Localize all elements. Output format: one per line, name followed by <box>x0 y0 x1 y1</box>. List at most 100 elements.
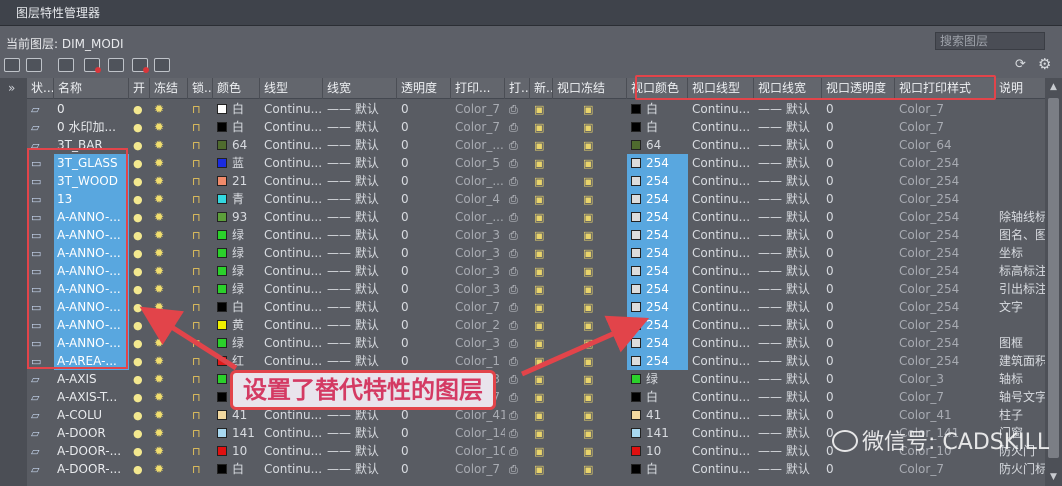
layer-vp-freeze[interactable]: ▣ <box>553 424 627 442</box>
layer-name[interactable]: 0 <box>54 100 129 118</box>
layer-on-toggle[interactable]: ● <box>129 262 150 280</box>
printer-icon[interactable]: ⎙ <box>509 319 518 332</box>
lightbulb-icon[interactable]: ● <box>133 121 143 134</box>
lightbulb-icon[interactable]: ● <box>133 103 143 116</box>
layer-name[interactable]: A-ANNO-... <box>54 298 129 316</box>
layer-vp-linetype[interactable]: Continu... <box>688 442 754 460</box>
layer-freeze-toggle[interactable]: ✹ <box>150 118 188 136</box>
printer-icon[interactable]: ⎙ <box>509 445 518 458</box>
sun-icon[interactable]: ✹ <box>154 372 164 386</box>
printer-icon[interactable]: ⎙ <box>509 427 518 440</box>
sun-icon[interactable]: ✹ <box>154 390 164 404</box>
layer-on-toggle[interactable]: ● <box>129 190 150 208</box>
layer-vp-linetype[interactable]: Continu... <box>688 424 754 442</box>
layer-plotstyle[interactable]: Color_3 <box>451 334 505 352</box>
layer-on-toggle[interactable]: ● <box>129 298 150 316</box>
sun-icon[interactable]: ✹ <box>154 174 164 188</box>
sun-icon[interactable]: ✹ <box>154 228 164 242</box>
layer-plotstyle[interactable]: Color_3 <box>451 244 505 262</box>
layer-vp-lineweight[interactable]: —— 默认 <box>754 154 822 172</box>
printer-icon[interactable]: ⎙ <box>509 139 518 152</box>
vp-freeze-icon[interactable]: ▣ <box>583 157 593 170</box>
col-header-plot[interactable]: 打... <box>505 78 530 99</box>
layer-color[interactable]: 绿 <box>213 226 260 244</box>
layer-description[interactable] <box>995 100 1045 118</box>
unlock-icon[interactable]: ⊓ <box>192 157 201 170</box>
layer-description[interactable]: 建筑面积 <box>995 352 1045 370</box>
layer-status[interactable]: ▭ <box>27 334 54 352</box>
scroll-down-icon[interactable]: ▼ <box>1050 472 1057 482</box>
layer-lock-toggle[interactable]: ⊓ <box>188 100 213 118</box>
layer-freeze-toggle[interactable]: ✹ <box>150 334 188 352</box>
layer-color[interactable]: 10 <box>213 442 260 460</box>
layer-vp-lineweight[interactable]: —— 默认 <box>754 244 822 262</box>
layer-vp-linetype[interactable]: Continu... <box>688 244 754 262</box>
layer-color[interactable]: 蓝 <box>213 154 260 172</box>
layer-newvp-freeze[interactable]: ▣ <box>530 352 553 370</box>
layer-transparency[interactable]: 0 <box>397 100 451 118</box>
new-vp-freeze-icon[interactable]: ▣ <box>534 409 544 422</box>
layer-newvp-freeze[interactable]: ▣ <box>530 118 553 136</box>
layer-linetype[interactable]: Continu... <box>260 280 323 298</box>
layer-vp-color[interactable]: 254 <box>627 352 688 370</box>
vp-freeze-icon[interactable]: ▣ <box>583 229 593 242</box>
layer-freeze-toggle[interactable]: ✹ <box>150 370 188 388</box>
unlock-icon[interactable]: ⊓ <box>192 211 201 224</box>
layer-vp-linetype[interactable]: Continu... <box>688 388 754 406</box>
layer-name[interactable]: A-ANNO-... <box>54 244 129 262</box>
sun-icon[interactable]: ✹ <box>154 318 164 332</box>
lightbulb-icon[interactable]: ● <box>133 175 143 188</box>
layer-on-toggle[interactable]: ● <box>129 226 150 244</box>
layer-freeze-toggle[interactable]: ✹ <box>150 262 188 280</box>
layer-vp-freeze[interactable]: ▣ <box>553 388 627 406</box>
layer-on-toggle[interactable]: ● <box>129 460 150 478</box>
layer-lineweight[interactable]: —— 默认 <box>323 172 397 190</box>
new-vp-freeze-icon[interactable]: ▣ <box>534 229 544 242</box>
sun-icon[interactable]: ✹ <box>154 102 164 116</box>
layer-vp-lineweight[interactable]: —— 默认 <box>754 298 822 316</box>
layer-name[interactable]: A-ANNO-... <box>54 334 129 352</box>
layer-plot-toggle[interactable]: ⎙ <box>505 316 530 334</box>
layer-plot-toggle[interactable]: ⎙ <box>505 154 530 172</box>
layer-lineweight[interactable]: —— 默认 <box>323 316 397 334</box>
layer-vp-plotstyle[interactable]: Color_254 <box>895 352 995 370</box>
layer-vp-linetype[interactable]: Continu... <box>688 370 754 388</box>
layer-lock-toggle[interactable]: ⊓ <box>188 262 213 280</box>
layer-transparency[interactable]: 0 <box>397 298 451 316</box>
vp-freeze-icon[interactable]: ▣ <box>583 247 593 260</box>
lightbulb-icon[interactable]: ● <box>133 229 143 242</box>
new-vp-freeze-icon[interactable]: ▣ <box>534 193 544 206</box>
layer-vp-transparency[interactable]: 0 <box>822 154 895 172</box>
layer-status[interactable]: ▱ <box>27 136 54 154</box>
layer-plot-toggle[interactable]: ⎙ <box>505 100 530 118</box>
layer-vp-lineweight[interactable]: —— 默认 <box>754 136 822 154</box>
layer-vp-lineweight[interactable]: —— 默认 <box>754 262 822 280</box>
vp-freeze-icon[interactable]: ▣ <box>583 283 593 296</box>
layer-name[interactable]: 3T_WOOD <box>54 172 129 190</box>
layer-name[interactable]: A-ANNO-... <box>54 262 129 280</box>
layer-color[interactable]: 青 <box>213 190 260 208</box>
printer-icon[interactable]: ⎙ <box>509 175 518 188</box>
sun-icon[interactable]: ✹ <box>154 138 164 152</box>
layer-status[interactable]: ▭ <box>27 352 54 370</box>
vp-freeze-icon[interactable]: ▣ <box>583 139 593 152</box>
layer-freeze-toggle[interactable]: ✹ <box>150 172 188 190</box>
layer-vp-color[interactable]: 254 <box>627 280 688 298</box>
layer-vp-plotstyle[interactable]: Color_254 <box>895 172 995 190</box>
layer-lineweight[interactable]: —— 默认 <box>323 244 397 262</box>
new-vp-freeze-icon[interactable]: ▣ <box>534 427 544 440</box>
layer-transparency[interactable]: 0 <box>397 208 451 226</box>
layer-status[interactable]: ▱ <box>27 442 54 460</box>
layer-newvp-freeze[interactable]: ▣ <box>530 262 553 280</box>
layer-vp-freeze[interactable]: ▣ <box>553 118 627 136</box>
layer-vp-linetype[interactable]: Continu... <box>688 352 754 370</box>
col-header-plotstyle[interactable]: 打印... <box>451 78 505 99</box>
layer-vp-color[interactable]: 绿 <box>627 370 688 388</box>
layer-lineweight[interactable]: —— 默认 <box>323 442 397 460</box>
layer-lock-toggle[interactable]: ⊓ <box>188 154 213 172</box>
lightbulb-icon[interactable]: ● <box>133 391 143 404</box>
sun-icon[interactable]: ✹ <box>154 120 164 134</box>
lightbulb-icon[interactable]: ● <box>133 211 143 224</box>
new-layer-icon[interactable] <box>58 58 74 72</box>
layer-freeze-toggle[interactable]: ✹ <box>150 424 188 442</box>
